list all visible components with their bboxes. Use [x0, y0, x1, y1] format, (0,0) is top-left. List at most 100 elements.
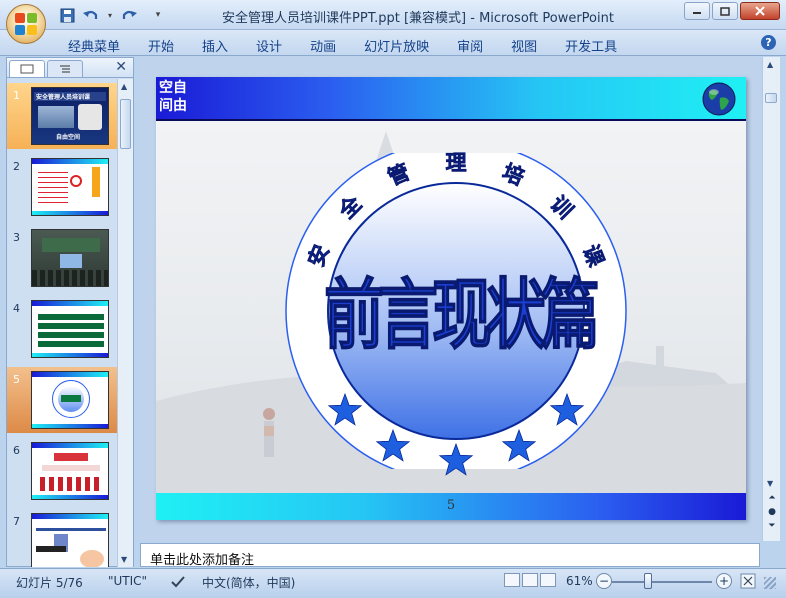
previous-slide-icon[interactable]: ⏶: [765, 493, 779, 505]
slide-thumbnail-6[interactable]: 6: [7, 438, 117, 504]
tab-developer[interactable]: 开发工具: [551, 36, 631, 55]
ribbon-tabs: 经典菜单 开始 插入 设计 动画 幻灯片放映 审阅 视图 开发工具: [54, 36, 631, 55]
slide-page-number: 5: [446, 498, 456, 513]
slide-counter: 幻灯片 5/76: [16, 576, 83, 590]
thumbnail-preview: [31, 442, 109, 500]
tab-review[interactable]: 审阅: [443, 36, 497, 55]
tab-design[interactable]: 设计: [242, 36, 296, 55]
save-icon[interactable]: [58, 6, 76, 24]
tab-slides[interactable]: [9, 60, 45, 77]
undo-icon[interactable]: [82, 6, 100, 24]
star-icon: [502, 428, 537, 462]
slide-thumbnail-7[interactable]: 7: [7, 509, 117, 567]
slide-thumbnail-4[interactable]: 4: [7, 296, 117, 362]
normal-view-icon[interactable]: [504, 573, 520, 587]
slide-sorter-view-icon[interactable]: [522, 573, 538, 587]
help-button[interactable]: ?: [761, 35, 776, 50]
title-bar: ▾ ▾ 安全管理人员培训课件PPT.ppt [兼容模式] - Microsoft…: [0, 0, 786, 30]
slide-thumbnail-1[interactable]: 1 安全管理人员培训课 自由空间: [7, 83, 117, 149]
star-icon: [550, 393, 585, 427]
spell-check-icon[interactable]: [170, 575, 186, 589]
scroll-up-icon[interactable]: ▲: [121, 82, 127, 91]
tab-classic-menu[interactable]: 经典菜单: [54, 36, 134, 55]
zoom-out-icon[interactable]: −: [596, 573, 612, 589]
scroll-down-icon[interactable]: ▼: [121, 555, 127, 564]
thumbnail-subtitle: 自由空间: [56, 134, 81, 141]
theme-name: "UTIC": [108, 574, 148, 588]
next-slide-icon[interactable]: ⏷: [765, 521, 779, 533]
tab-view[interactable]: 视图: [497, 36, 551, 55]
resize-grip-icon[interactable]: [764, 577, 776, 589]
thumbnail-number: 4: [13, 302, 20, 315]
star-icon: [438, 443, 474, 476]
office-logo-icon: [15, 13, 37, 35]
slide-show-view-icon[interactable]: [540, 573, 556, 587]
window-controls: [684, 2, 780, 20]
scrollbar-thumb[interactable]: [120, 99, 131, 149]
scroll-up-icon[interactable]: ▲: [767, 60, 773, 69]
thumbnail-preview: 安全管理人员培训课 自由空间: [31, 87, 109, 145]
slide-header-band: [156, 77, 746, 119]
minimize-button[interactable]: [684, 2, 710, 20]
pane-close-icon[interactable]: ✕: [115, 59, 127, 75]
slide-thumbnail-2[interactable]: 2: [7, 154, 117, 220]
ribbon: 经典菜单 开始 插入 设计 动画 幻灯片放映 审阅 视图 开发工具 ?: [0, 30, 786, 56]
thumbnail-preview: [31, 300, 109, 358]
star-icon: [327, 393, 362, 427]
office-button[interactable]: [6, 4, 46, 44]
tab-slide-show[interactable]: 幻灯片放映: [350, 36, 443, 55]
slide-thumbnail-3[interactable]: 3: [7, 225, 117, 291]
slide-thumbnail-5[interactable]: 5: [7, 367, 117, 433]
notes-placeholder: 单击此处添加备注: [150, 553, 255, 568]
window-title: 安全管理人员培训课件PPT.ppt [兼容模式] - Microsoft Pow…: [222, 11, 614, 26]
zoom-slider[interactable]: [612, 581, 712, 583]
tab-animations[interactable]: 动画: [296, 36, 350, 55]
outline-tab-icon: [60, 65, 70, 73]
globe-icon: [702, 82, 736, 116]
zoom-slider-thumb[interactable]: [644, 573, 652, 589]
thumbnail-number: 6: [13, 444, 20, 457]
current-slide[interactable]: 空自间由 安 全 管 理 培 训 课 前言现状篇 5: [156, 77, 746, 520]
close-icon: [755, 6, 765, 16]
fit-to-window-icon[interactable]: [740, 573, 756, 589]
select-browse-object-icon[interactable]: ●: [765, 507, 779, 519]
maximize-icon: [720, 6, 730, 16]
scroll-down-icon[interactable]: ▼: [767, 479, 773, 488]
zoom-in-icon[interactable]: +: [716, 573, 732, 589]
thumbnail-number: 1: [13, 89, 20, 102]
thumbnail-title: 安全管理人员培训课: [36, 94, 91, 101]
slide-logo-text: 空自间由: [159, 80, 187, 114]
zoom-level[interactable]: 61%: [566, 574, 593, 588]
arc-character: 理: [445, 151, 467, 176]
thumbnail-preview: [31, 158, 109, 216]
quick-access-toolbar: ▾ ▾: [56, 6, 164, 24]
tab-insert[interactable]: 插入: [188, 36, 242, 55]
undo-dropdown-icon[interactable]: ▾: [106, 6, 114, 24]
notes-pane[interactable]: 单击此处添加备注: [140, 543, 760, 568]
thumbnail-number: 7: [13, 515, 20, 528]
thumbnail-number: 5: [13, 373, 20, 386]
thumbnail-number: 3: [13, 231, 20, 244]
redo-icon[interactable]: [120, 6, 138, 24]
close-button[interactable]: [740, 2, 780, 20]
slides-pane: ✕ 1 安全管理人员培训课 自由空间 2 3 4 5 6 7 ▲ ▼: [6, 57, 134, 567]
thumbnail-preview: [31, 513, 109, 567]
slide-main-title: 前言现状篇: [324, 270, 601, 361]
thumbnail-preview: [31, 229, 109, 287]
star-icon: [375, 428, 410, 462]
maximize-button[interactable]: [712, 2, 738, 20]
scrollbar-thumb[interactable]: [765, 93, 777, 103]
tab-outline[interactable]: [47, 60, 83, 77]
slide-editing-area: 空自间由 安 全 管 理 培 训 课 前言现状篇 5: [140, 57, 760, 541]
tab-home[interactable]: 开始: [134, 36, 188, 55]
minimize-icon: [693, 12, 701, 14]
slide-thumbnails: 1 安全管理人员培训课 自由空间 2 3 4 5 6 7: [7, 79, 117, 567]
language-indicator[interactable]: 中文(简体，中国): [202, 574, 295, 591]
slides-tab-icon: [20, 64, 34, 74]
pane-tabs: ✕: [7, 58, 133, 78]
thumbnail-scrollbar[interactable]: ▲ ▼: [117, 79, 133, 567]
slide-scrollbar[interactable]: ▲ ▼ ⏶ ● ⏷: [762, 57, 780, 541]
thumbnail-number: 2: [13, 160, 20, 173]
thumbnail-preview: [31, 371, 109, 429]
status-bar: 幻灯片 5/76 "UTIC" 中文(简体，中国) 61% − +: [0, 568, 786, 598]
